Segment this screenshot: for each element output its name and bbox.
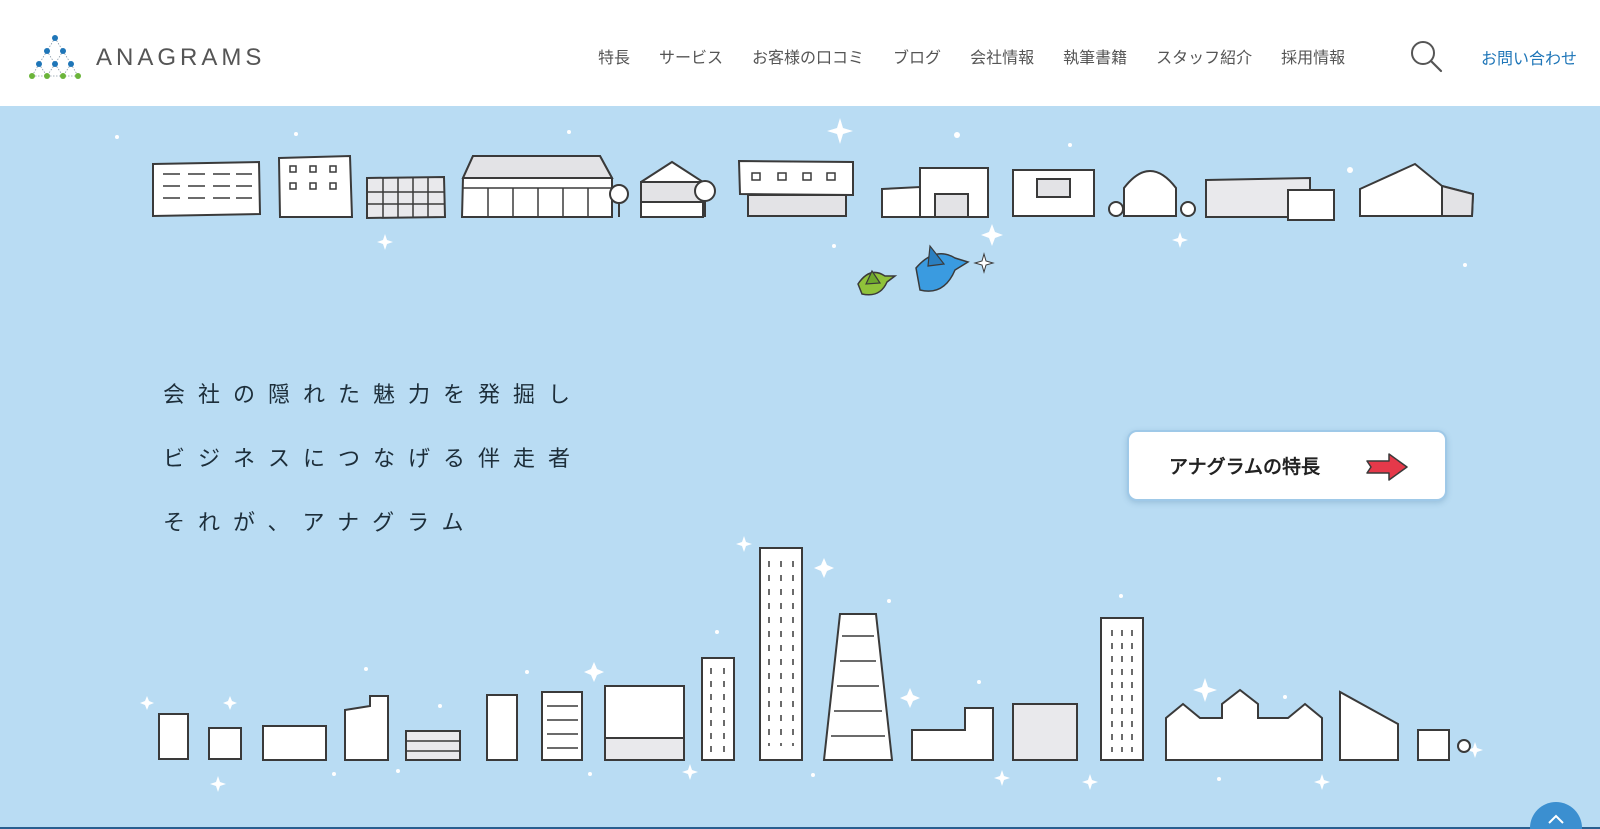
nav-item-features[interactable]: 特長 [598,44,630,68]
tagline-line-2: ビジネスにつなげる伴走者 [163,447,584,472]
hero-section: 会社の隠れた魅力を発掘し ビジネスにつなげる伴走者 それが、アナグラム アナグラ… [0,106,1600,829]
main-nav: 特長 サービス お客様の口コミ ブログ 会社情報 執筆書籍 スタッフ紹介 採用情… [598,44,1374,68]
features-button-label: アナグラムの特長 [1169,456,1321,478]
tagline-line-1: 会社の隠れた魅力を発掘し [163,383,584,408]
logo-mark-icon [29,35,81,79]
logo[interactable]: ANAGRAMS [28,34,265,82]
bird-icons [857,244,995,296]
top-buildings [152,154,1475,221]
hero-tagline: 会社の隠れた魅力を発掘し ビジネスにつなげる伴走者 それが、アナグラム [163,382,583,574]
nav-item-staff[interactable]: スタッフ紹介 [1156,44,1252,68]
nav-item-services[interactable]: サービス [659,44,723,68]
bottom-buildings [158,547,1471,761]
tagline-line-3: それが、アナグラム [163,511,477,536]
nav-item-reviews[interactable]: お客様の口コミ [752,44,864,68]
arrow-right-icon [1366,453,1408,481]
site-header: ANAGRAMS 特長 サービス お客様の口コミ ブログ 会社情報 執筆書籍 ス… [0,0,1600,106]
logo-text: ANAGRAMS [96,44,266,71]
contact-link[interactable]: お問い合わせ [1481,45,1577,69]
nav-item-company[interactable]: 会社情報 [970,44,1034,68]
features-button[interactable]: アナグラムの特長 [1127,430,1447,501]
arrow-up-icon [1548,814,1564,824]
search-icon[interactable] [1408,38,1444,74]
nav-item-recruit[interactable]: 採用情報 [1281,44,1345,68]
nav-item-blog[interactable]: ブログ [893,44,941,68]
nav-item-books[interactable]: 執筆書籍 [1063,44,1127,68]
